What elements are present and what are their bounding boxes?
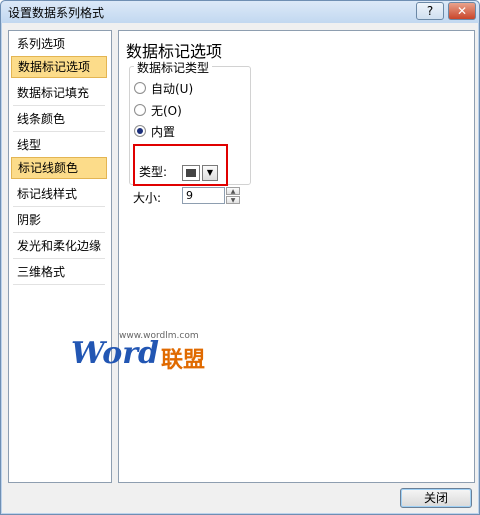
- type-label: 类型:: [139, 165, 168, 179]
- builtin-radio[interactable]: [134, 125, 146, 137]
- builtin-radio-label: 内置: [151, 125, 176, 139]
- close-button[interactable]: 关闭: [400, 488, 472, 508]
- divider: [13, 232, 105, 233]
- divider: [13, 258, 105, 259]
- dialog-window: 设置数据系列格式 ? ✕ 系列选项 数据标记选项 数据标记填充 线条颜色 线型 …: [0, 0, 480, 515]
- auto-radio[interactable]: [134, 82, 146, 94]
- divider: [13, 206, 105, 207]
- sidebar-item-marker-options[interactable]: 数据标记选项: [11, 56, 107, 78]
- title-bar: 设置数据系列格式 ? ✕: [1, 1, 479, 23]
- sidebar-item-marker-line-style[interactable]: 标记线样式: [11, 183, 107, 205]
- category-list: 系列选项 数据标记选项 数据标记填充 线条颜色 线型 标记线颜色 标记线样式 阴…: [8, 30, 112, 483]
- watermark-cn: 联盟: [161, 348, 206, 373]
- sidebar-item-series-options[interactable]: 系列选项: [11, 33, 107, 55]
- spin-down-icon[interactable]: ▼: [226, 196, 240, 204]
- chevron-down-icon[interactable]: ▼: [202, 165, 218, 181]
- divider: [13, 131, 105, 132]
- size-input[interactable]: 9: [182, 187, 225, 204]
- dialog-title: 设置数据系列格式: [8, 6, 105, 20]
- sidebar-item-marker-fill[interactable]: 数据标记填充: [11, 82, 107, 104]
- sidebar-item-marker-line-color[interactable]: 标记线颜色: [11, 157, 107, 179]
- marker-type-swatch[interactable]: [182, 165, 200, 181]
- none-radio-label: 无(O): [151, 104, 182, 118]
- none-radio[interactable]: [134, 104, 146, 116]
- group-title: 数据标记类型: [134, 59, 213, 76]
- sidebar-item-shadow[interactable]: 阴影: [11, 209, 107, 231]
- size-label: 大小:: [133, 191, 162, 205]
- options-panel: 数据标记选项 数据标记类型 自动(U) 无(O) 内置 类型: ▼ 大小: 9 …: [118, 30, 475, 483]
- spin-up-icon[interactable]: ▲: [226, 187, 240, 195]
- sidebar-item-line-color[interactable]: 线条颜色: [11, 108, 107, 130]
- divider: [13, 284, 105, 285]
- close-window-button[interactable]: ✕: [448, 2, 476, 20]
- sidebar-item-glow-soft-edges[interactable]: 发光和柔化边缘: [11, 235, 107, 257]
- watermark-word: Word: [71, 336, 160, 371]
- divider: [13, 105, 105, 106]
- filled-square-marker-icon: [186, 169, 196, 177]
- help-button[interactable]: ?: [416, 2, 444, 20]
- sidebar-item-line-style[interactable]: 线型: [11, 134, 107, 156]
- sidebar-item-3d-format[interactable]: 三维格式: [11, 261, 107, 283]
- auto-radio-label: 自动(U): [151, 82, 194, 96]
- dialog-body: 系列选项 数据标记选项 数据标记填充 线条颜色 线型 标记线颜色 标记线样式 阴…: [2, 23, 478, 513]
